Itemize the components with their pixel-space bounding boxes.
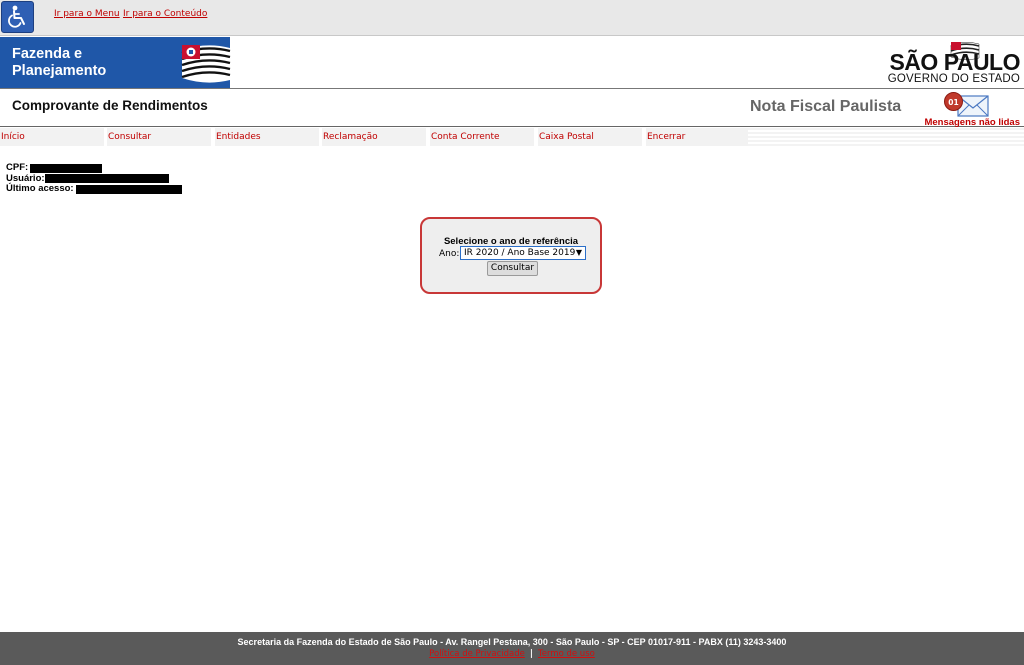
- ultimo-acesso-redacted: [75, 184, 182, 194]
- menu-item-reclamacao[interactable]: Reclamação: [322, 128, 428, 146]
- site-header: Fazenda e Planejamento SÃO PAULO GOVERNO…: [0, 36, 1024, 89]
- menu-filler: [748, 128, 1024, 146]
- skip-to-content-link[interactable]: Ir para o Conteúdo: [123, 9, 207, 19]
- terms-of-use-link[interactable]: Termo de uso: [538, 649, 595, 659]
- ultimo-acesso-row: Último acesso:: [6, 183, 182, 195]
- privacy-policy-link[interactable]: Política de Privacidade: [429, 649, 525, 659]
- page-title: Comprovante de Rendimentos: [12, 98, 208, 113]
- cpf-redacted: [30, 163, 103, 173]
- menu-item-consultar[interactable]: Consultar: [107, 128, 213, 146]
- consultar-button[interactable]: Consultar: [487, 261, 538, 276]
- menu-item-encerrar[interactable]: Encerrar: [646, 128, 752, 146]
- accessibility-bar: Ir para o Menu Ir para o Conteúdo: [0, 0, 1024, 36]
- menu-item-entidades[interactable]: Entidades: [215, 128, 321, 146]
- user-info: CPF: Usuário: Último acesso:: [6, 162, 182, 195]
- ultimo-acesso-label: Último acesso:: [6, 183, 74, 194]
- menu-item-caixa-postal[interactable]: Caixa Postal: [538, 128, 644, 146]
- main-menu: Início Consultar Entidades Reclamação Co…: [0, 128, 1024, 146]
- brand-banner[interactable]: Fazenda e Planejamento: [0, 37, 231, 88]
- logo-main-text: SÃO PAULO: [889, 49, 1020, 75]
- nfp-title: Nota Fiscal Paulista: [750, 98, 902, 115]
- title-row: Comprovante de Rendimentos Nota Fiscal P…: [0, 90, 1024, 128]
- site-footer: Secretaria da Fazenda do Estado de São P…: [0, 632, 1024, 665]
- menu-item-inicio[interactable]: Início: [0, 128, 106, 146]
- state-flag-icon: [181, 45, 231, 83]
- brand-title: Fazenda e Planejamento: [12, 46, 107, 79]
- usuario-redacted: [44, 174, 169, 184]
- year-select[interactable]: IR 2020 / Ano Base 2019 ▼: [460, 246, 586, 260]
- unread-messages-link[interactable]: Mensagens não lidas: [924, 117, 1020, 128]
- dropdown-arrow-icon: ▼: [575, 248, 582, 257]
- menu-item-conta-corrente[interactable]: Conta Corrente: [430, 128, 536, 146]
- year-selection-panel: Selecione o ano de referência Ano: IR 20…: [420, 217, 602, 294]
- footer-separator: |: [529, 649, 533, 659]
- skip-to-menu-link[interactable]: Ir para o Menu: [54, 9, 120, 19]
- logo-sub-text: GOVERNO DO ESTADO: [887, 73, 1020, 85]
- footer-links: Política de Privacidade | Termo de uso: [0, 649, 1024, 659]
- cpf-row: CPF:: [6, 162, 182, 174]
- ano-label: Ano:: [439, 249, 460, 259]
- unread-count-badge[interactable]: 01: [944, 92, 963, 111]
- governo-logo[interactable]: SÃO PAULO GOVERNO DO ESTADO: [887, 49, 1021, 86]
- year-select-value: IR 2020 / Ano Base 2019: [464, 248, 576, 258]
- cpf-label: CPF:: [6, 162, 29, 173]
- wheelchair-icon[interactable]: [1, 1, 34, 33]
- footer-address: Secretaria da Fazenda do Estado de São P…: [237, 637, 787, 647]
